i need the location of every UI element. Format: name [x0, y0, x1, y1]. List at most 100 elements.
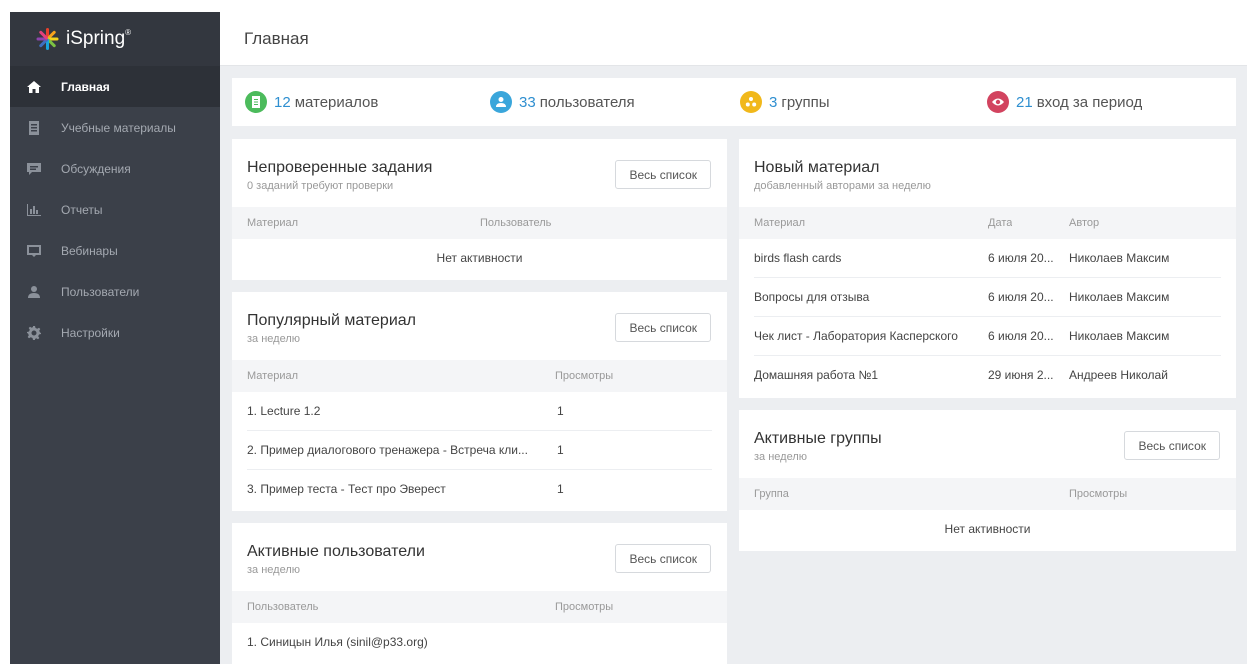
sidebar-item-label: Вебинары — [61, 243, 118, 258]
column-header-group[interactable]: Группа — [754, 478, 789, 510]
card-active-groups: Активные группы за неделю Весь список Гр… — [739, 410, 1236, 551]
column-header-views[interactable]: Просмотры — [555, 360, 613, 392]
stat-value: 12 — [274, 93, 291, 111]
view-all-button[interactable]: Весь список — [615, 544, 711, 573]
table-row[interactable]: Вопросы для отзыва 6 июля 20... Николаев… — [739, 278, 1236, 317]
user-icon — [490, 91, 512, 113]
book-icon — [27, 120, 41, 135]
views-count: 1 — [557, 404, 564, 418]
column-header-user[interactable]: Пользователь — [247, 591, 318, 623]
sidebar-item-label: Отчеты — [61, 202, 103, 217]
webinar-icon — [27, 244, 41, 258]
material-author: Николаев Максим — [1069, 329, 1170, 343]
material-name: 3. Пример теста - Тест про Эверест — [247, 482, 446, 496]
logo-text: iSpring® — [66, 28, 132, 49]
table-row[interactable]: 1. Lecture 1.2 1 — [232, 392, 727, 431]
column-header-views[interactable]: Просмотры — [555, 591, 613, 623]
eye-icon — [987, 91, 1009, 113]
empty-state: Нет активности — [436, 251, 523, 265]
card-header: Популярный материал за неделю Весь списо… — [232, 292, 727, 360]
group-icon — [740, 91, 762, 113]
card-title: Новый материал — [754, 159, 880, 176]
table-row[interactable]: 2. Пример диалогового тренажера - Встреч… — [232, 431, 727, 470]
stat-users[interactable]: 33 пользователя — [490, 91, 635, 113]
user-name: 1. Синицын Илья (sinil@p33.org) — [247, 635, 428, 649]
material-date: 29 июня 2... — [988, 368, 1054, 382]
card-active-users: Активные пользователи за неделю Весь спи… — [232, 523, 727, 664]
document-icon — [245, 91, 267, 113]
material-date: 6 июля 20... — [988, 290, 1054, 304]
sidebar-item-label: Главная — [61, 79, 110, 94]
column-header-date[interactable]: Дата — [988, 207, 1012, 239]
material-date: 6 июля 20... — [988, 329, 1054, 343]
material-name: 2. Пример диалогового тренажера - Встреч… — [247, 443, 528, 457]
card-unchecked-assignments: Непроверенные задания 0 заданий требуют … — [232, 139, 727, 280]
ispring-logo-icon — [34, 26, 60, 52]
view-all-button[interactable]: Весь список — [1124, 431, 1220, 460]
stat-label: материалов — [294, 93, 379, 111]
card-subtitle: добавленный авторами за неделю — [754, 180, 931, 192]
stat-value: 21 — [1016, 93, 1033, 111]
view-all-button[interactable]: Весь список — [615, 160, 711, 189]
stats-bar: 12 материалов 33 пользователя 3 группы 2… — [232, 78, 1236, 126]
stat-logins[interactable]: 21 вход за период — [987, 91, 1142, 113]
card-header: Активные группы за неделю Весь список — [739, 410, 1236, 478]
card-popular-material: Популярный материал за неделю Весь списо… — [232, 292, 727, 511]
stat-groups[interactable]: 3 группы — [740, 91, 830, 113]
views-count: 1 — [557, 443, 564, 457]
sidebar: iSpring® Главная Учебные материалы Обсуж… — [10, 12, 220, 664]
table-header: Пользователь Просмотры — [232, 591, 727, 623]
chat-icon — [27, 162, 41, 176]
material-name: Домашняя работа №1 — [754, 368, 878, 382]
material-author: Николаев Максим — [1069, 290, 1170, 304]
sidebar-item-settings[interactable]: Настройки — [10, 312, 220, 353]
column-header-material[interactable]: Материал — [247, 207, 298, 239]
table-header: Материал Просмотры — [232, 360, 727, 392]
sidebar-item-label: Обсуждения — [61, 161, 131, 176]
sidebar-item-discussions[interactable]: Обсуждения — [10, 148, 220, 189]
material-name: 1. Lecture 1.2 — [247, 404, 321, 418]
table-row[interactable]: 3. Пример теста - Тест про Эверест 1 — [232, 470, 727, 509]
table-header: Материал Пользователь — [232, 207, 727, 239]
user-icon — [27, 285, 41, 299]
material-name: birds flash cards — [754, 251, 842, 265]
sidebar-item-users[interactable]: Пользователи — [10, 271, 220, 312]
home-icon — [27, 80, 41, 94]
sidebar-item-reports[interactable]: Отчеты — [10, 189, 220, 230]
stat-label: пользователя — [539, 93, 635, 111]
column-header-user[interactable]: Пользователь — [480, 207, 551, 239]
stat-materials[interactable]: 12 материалов — [245, 91, 378, 113]
view-all-button[interactable]: Весь список — [615, 313, 711, 342]
logo[interactable]: iSpring® — [10, 12, 220, 66]
sidebar-item-label: Пользователи — [61, 284, 140, 299]
main-content: 12 материалов 33 пользователя 3 группы 2… — [220, 66, 1247, 664]
stat-label: группы — [781, 93, 830, 111]
stat-value: 33 — [519, 93, 536, 111]
table-row[interactable]: 1. Синицын Илья (sinil@p33.org) — [232, 623, 727, 662]
table-row[interactable]: birds flash cards 6 июля 20... Николаев … — [739, 239, 1236, 278]
column-header-author[interactable]: Автор — [1069, 207, 1099, 239]
column-header-material[interactable]: Материал — [754, 207, 805, 239]
table-header: Группа Просмотры — [739, 478, 1236, 510]
card-header: Новый материал добавленный авторами за н… — [739, 139, 1236, 207]
page-title: Главная — [244, 28, 309, 48]
sidebar-item-label: Учебные материалы — [61, 120, 176, 135]
stat-value: 3 — [769, 93, 778, 111]
table-row[interactable]: Домашняя работа №1 29 июня 2... Андреев … — [739, 356, 1236, 395]
table-row[interactable]: Чек лист - Лаборатория Касперского 6 июл… — [739, 317, 1236, 356]
column-header-material[interactable]: Материал — [247, 360, 298, 392]
material-author: Николаев Максим — [1069, 251, 1170, 265]
sidebar-item-materials[interactable]: Учебные материалы — [10, 107, 220, 148]
column-header-views[interactable]: Просмотры — [1069, 478, 1127, 510]
material-date: 6 июля 20... — [988, 251, 1054, 265]
table-header: Материал Дата Автор — [739, 207, 1236, 239]
gear-icon — [27, 325, 41, 340]
card-header: Активные пользователи за неделю Весь спи… — [232, 523, 727, 591]
card-header: Непроверенные задания 0 заданий требуют … — [232, 139, 727, 207]
material-author: Андреев Николай — [1069, 368, 1168, 382]
bar-chart-icon — [27, 203, 41, 217]
views-count: 1 — [557, 482, 564, 496]
material-name: Вопросы для отзыва — [754, 290, 870, 304]
sidebar-item-webinars[interactable]: Вебинары — [10, 230, 220, 271]
sidebar-item-home[interactable]: Главная — [10, 66, 220, 107]
